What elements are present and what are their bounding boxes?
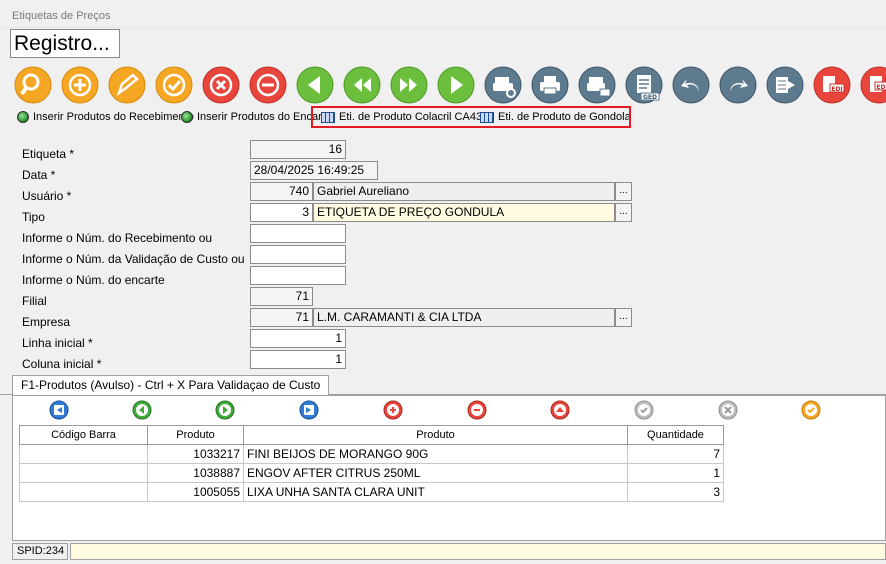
quantidade-cell: 1 xyxy=(627,463,724,483)
tipo-code-field[interactable]: 3 xyxy=(250,203,313,222)
search-icon[interactable] xyxy=(14,66,52,104)
first-icon[interactable] xyxy=(296,66,334,104)
etiqueta-field[interactable]: 16 xyxy=(250,140,346,159)
grid-add-icon[interactable] xyxy=(383,400,403,420)
last-icon[interactable] xyxy=(437,66,475,104)
title-bar: Etiquetas de Preços xyxy=(0,0,886,28)
export-icon[interactable] xyxy=(766,66,804,104)
toolbar: GED EDI EDI xyxy=(0,64,886,108)
grid-up-icon[interactable] xyxy=(550,400,570,420)
edi-2-icon[interactable]: EDI xyxy=(860,66,886,104)
green-dot-icon xyxy=(17,111,29,123)
codigo-cell: 1005055 xyxy=(147,482,244,502)
codigo-cell: 1038887 xyxy=(147,463,244,483)
status-message xyxy=(70,543,886,560)
add-icon[interactable] xyxy=(61,66,99,104)
label-etiqueta: Etiqueta * xyxy=(22,147,75,161)
grid-cancel-icon[interactable] xyxy=(718,400,738,420)
column-header[interactable]: Produto xyxy=(147,425,244,445)
empresa-code-field[interactable]: 71 xyxy=(250,308,313,327)
svg-text:GED: GED xyxy=(643,94,657,101)
codigo-barra-cell xyxy=(19,463,148,483)
print-icon[interactable] xyxy=(531,66,569,104)
window-title: Etiquetas de Preços xyxy=(12,10,111,22)
descricao-cell: LIXA UNHA SANTA CLARA UNIT xyxy=(243,482,628,502)
table-row[interactable]: 1005055 LIXA UNHA SANTA CLARA UNIT 3 xyxy=(19,482,724,502)
grid-remove-icon[interactable] xyxy=(467,400,487,420)
link-inserir-recebimento[interactable]: Inserir Produtos do Recebimento xyxy=(17,111,194,123)
filial-field[interactable]: 71 xyxy=(250,287,313,306)
label-tipo: Tipo xyxy=(22,210,45,224)
codigo-barra-cell xyxy=(19,444,148,464)
tab-produtos-avulso[interactable]: F1-Produtos (Avulso) - Ctrl + X Para Val… xyxy=(12,375,330,396)
label-coluna: Coluna inicial * xyxy=(22,357,102,371)
grid-confirm-icon[interactable] xyxy=(634,400,654,420)
descricao-cell: FINI BEIJOS DE MORANGO 90G xyxy=(243,444,628,464)
column-header[interactable]: Código Barra xyxy=(19,425,148,445)
grid-previous-icon[interactable] xyxy=(132,400,152,420)
grid-first-icon[interactable] xyxy=(49,400,69,420)
next-icon[interactable] xyxy=(390,66,428,104)
empresa-lookup-button[interactable]: ... xyxy=(615,308,632,327)
undo-icon[interactable] xyxy=(672,66,710,104)
validacao-field[interactable] xyxy=(250,245,346,264)
cancel-icon[interactable] xyxy=(202,66,240,104)
label-validacao: Informe o Núm. da Validação de Custo ou xyxy=(22,252,245,266)
linha-field[interactable]: 1 xyxy=(250,329,346,348)
usuario-code-field[interactable]: 740 xyxy=(250,182,313,201)
print-preview-icon[interactable] xyxy=(484,66,522,104)
recebimento-field[interactable] xyxy=(250,224,346,243)
status-bar: SPID:234 xyxy=(12,542,886,562)
highlight-box xyxy=(311,106,631,128)
redo-icon[interactable] xyxy=(719,66,757,104)
tipo-lookup-button[interactable]: ... xyxy=(615,203,632,222)
label-usuario: Usuário * xyxy=(22,189,72,203)
produtos-table: Código Barra Produto Produto Quantidade … xyxy=(19,425,724,502)
codigo-barra-cell xyxy=(19,482,148,502)
encarte-field[interactable] xyxy=(250,266,346,285)
grid-next-icon[interactable] xyxy=(215,400,235,420)
print-email-icon[interactable] xyxy=(578,66,616,104)
codigo-cell: 1033217 xyxy=(147,444,244,464)
edi-icon[interactable]: EDI xyxy=(813,66,851,104)
tipo-name-field: ETIQUETA DE PREÇO GONDULA xyxy=(313,203,615,222)
label-encarte: Informe o Núm. do encarte xyxy=(22,273,165,287)
empresa-name-field: L.M. CARAMANTI & CIA LTDA xyxy=(313,308,615,327)
table-row[interactable]: 1038887 ENGOV AFTER CITRUS 250ML 1 xyxy=(19,463,724,483)
column-header[interactable]: Produto xyxy=(243,425,628,445)
data-field[interactable]: 28/04/2025 16:49:25 xyxy=(250,161,378,180)
previous-icon[interactable] xyxy=(343,66,381,104)
coluna-field[interactable]: 1 xyxy=(250,350,346,369)
label-data: Data * xyxy=(22,168,56,182)
grid-last-icon[interactable] xyxy=(299,400,319,420)
tab-strip: F1-Produtos (Avulso) - Ctrl + X Para Val… xyxy=(0,373,886,396)
column-header[interactable]: Quantidade xyxy=(627,425,724,445)
label-linha: Linha inicial * xyxy=(22,336,93,350)
produtos-panel: Código Barra Produto Produto Quantidade … xyxy=(12,395,886,541)
ged-icon[interactable]: GED xyxy=(625,66,663,104)
label-recebimento: Informe o Núm. do Recebimento ou xyxy=(22,231,213,245)
link-inserir-encarte[interactable]: Inserir Produtos do Encarte xyxy=(181,111,331,123)
spid-label: SPID:234 xyxy=(12,543,68,560)
svg-text:EDI: EDI xyxy=(831,86,842,93)
table-row[interactable]: 1033217 FINI BEIJOS DE MORANGO 90G 7 xyxy=(19,444,724,464)
mode-label: Registro... xyxy=(10,29,120,58)
delete-icon[interactable] xyxy=(249,66,287,104)
edit-icon[interactable] xyxy=(108,66,146,104)
label-filial: Filial xyxy=(22,294,47,308)
link-label: Inserir Produtos do Recebimento xyxy=(33,111,194,123)
usuario-lookup-button[interactable]: ... xyxy=(615,182,632,201)
usuario-name-field: Gabriel Aureliano xyxy=(313,182,615,201)
grid-refresh-icon[interactable] xyxy=(801,400,821,420)
quantidade-cell: 3 xyxy=(627,482,724,502)
quantidade-cell: 7 xyxy=(627,444,724,464)
svg-text:EDI: EDI xyxy=(876,84,886,91)
confirm-icon[interactable] xyxy=(155,66,193,104)
descricao-cell: ENGOV AFTER CITRUS 250ML xyxy=(243,463,628,483)
label-empresa: Empresa xyxy=(22,315,71,329)
green-dot-icon xyxy=(181,111,193,123)
